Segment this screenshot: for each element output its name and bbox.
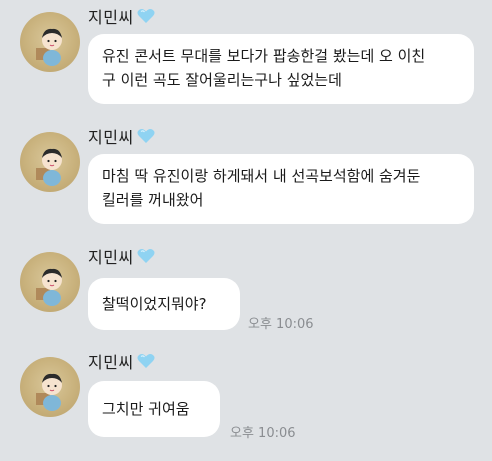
message-bubble[interactable]: 찰떡이었지뭐야? — [88, 278, 240, 330]
sender-row: 지민씨 — [88, 349, 156, 373]
baby-avatar-icon — [36, 28, 62, 66]
message-group: 지민씨 유진 콘서트 무대를 보다가 팝송한걸 봤는데 오 이친 구 이런 곡도… — [0, 0, 492, 120]
avatar[interactable] — [20, 252, 80, 312]
chat-area: 지민씨 유진 콘서트 무대를 보다가 팝송한걸 봤는데 오 이친 구 이런 곡도… — [0, 0, 492, 461]
baby-avatar-icon — [36, 373, 62, 411]
light-blue-heart-icon — [136, 246, 156, 266]
message-group: 지민씨 찰떡이었지뭐야? 오후 10:06 — [0, 240, 492, 345]
avatar[interactable] — [20, 132, 80, 192]
baby-avatar-icon — [36, 268, 62, 306]
sender-name: 지민씨 — [88, 128, 134, 147]
message-group: 지민씨 그치만 귀여움 오후 10:06 — [0, 345, 492, 461]
avatar[interactable] — [20, 12, 80, 72]
sender-row: 지민씨 — [88, 4, 156, 28]
sender-name: 지민씨 — [88, 248, 134, 267]
message-timestamp: 오후 10:06 — [230, 426, 296, 441]
message-timestamp: 오후 10:06 — [248, 317, 314, 332]
light-blue-heart-icon — [136, 351, 156, 371]
sender-row: 지민씨 — [88, 124, 156, 148]
message-bubble[interactable]: 유진 콘서트 무대를 보다가 팝송한걸 봤는데 오 이친 구 이런 곡도 잘어울… — [88, 34, 474, 104]
message-bubble[interactable]: 그치만 귀여움 — [88, 381, 220, 437]
avatar[interactable] — [20, 357, 80, 417]
sender-name: 지민씨 — [88, 8, 134, 27]
light-blue-heart-icon — [136, 126, 156, 146]
sender-name: 지민씨 — [88, 353, 134, 372]
sender-row: 지민씨 — [88, 244, 156, 268]
message-group: 지민씨 마침 딱 유진이랑 하게돼서 내 선곡보석함에 숨겨둔 킬러를 꺼내왔어 — [0, 120, 492, 240]
message-bubble[interactable]: 마침 딱 유진이랑 하게돼서 내 선곡보석함에 숨겨둔 킬러를 꺼내왔어 — [88, 154, 474, 224]
baby-avatar-icon — [36, 148, 62, 186]
light-blue-heart-icon — [136, 6, 156, 26]
